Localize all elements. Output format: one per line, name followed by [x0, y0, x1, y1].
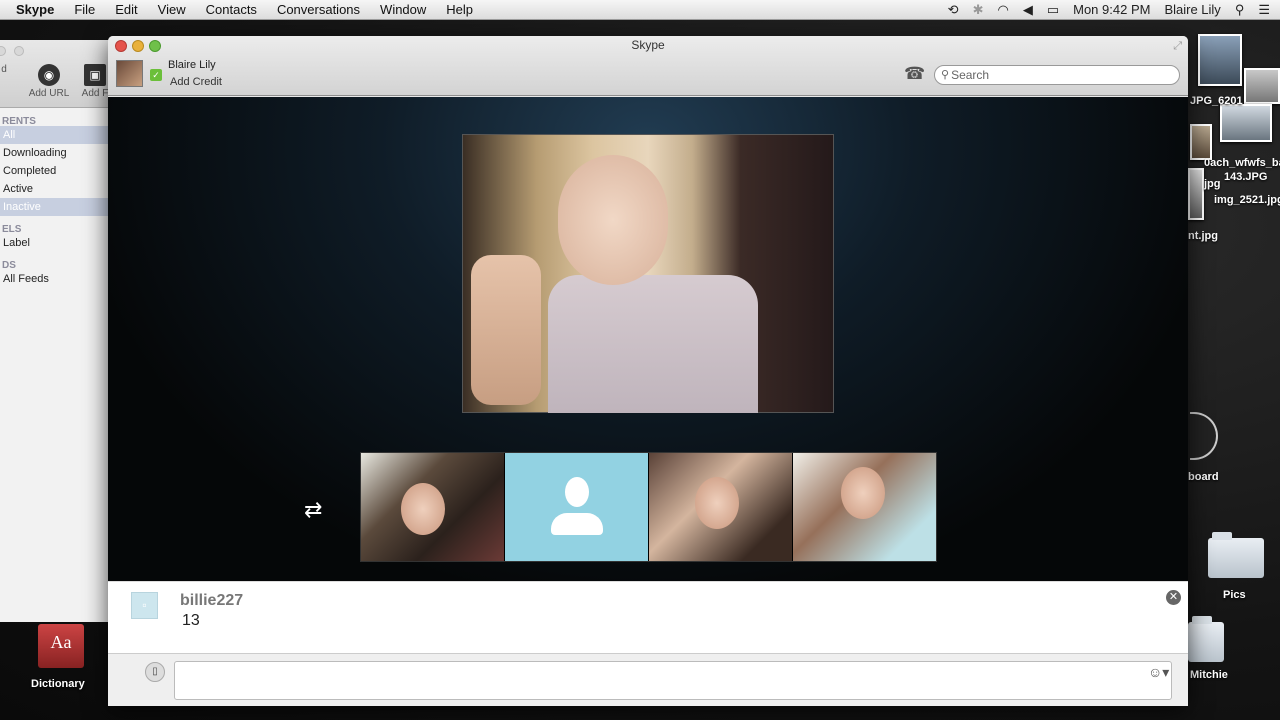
menu-window[interactable]: Window [380, 2, 426, 17]
folder-icon[interactable] [1208, 532, 1264, 578]
add-url-label: Add URL [28, 88, 70, 99]
desktop-folder-label[interactable]: Pics [1223, 589, 1246, 601]
swap-video-icon[interactable]: ⇄ [304, 497, 322, 523]
desktop-photo-thumbnail[interactable] [1244, 68, 1280, 104]
menu-extras: ⟲ ✱ ◠ ◀ ▭ Mon 9:42 PM Blaire Lily ⚲ ☰ [948, 0, 1270, 20]
menu-view[interactable]: View [158, 2, 186, 17]
spotlight-icon[interactable]: ⚲ [1235, 0, 1245, 20]
search-icon: ⚲ [941, 69, 950, 81]
video-participant-hand [471, 255, 541, 405]
menu-edit[interactable]: Edit [115, 2, 137, 17]
menu-app-name[interactable]: Skype [16, 2, 54, 17]
section-header-feeds: DS [2, 260, 16, 271]
sidebar-item-downloading[interactable]: Downloading [0, 144, 111, 162]
avatar[interactable] [116, 60, 143, 87]
message-input[interactable] [174, 661, 1172, 700]
close-icon[interactable]: ✕ [1166, 590, 1181, 605]
message-sender[interactable]: billie227 [180, 592, 243, 610]
sidebar-item-inactive[interactable]: Inactive [0, 198, 111, 216]
sidebar-item-completed[interactable]: Completed [0, 162, 111, 180]
mobile-icon[interactable]: ▯ [145, 662, 165, 682]
participant-thumbnails [360, 452, 937, 562]
search-input[interactable]: ⚲ Search [934, 65, 1180, 85]
main-video-feed[interactable] [462, 134, 834, 413]
file-icon: ▣ [84, 64, 106, 86]
sidebar-item-all-feeds[interactable]: All Feeds [0, 270, 111, 288]
add-credit-link[interactable]: Add Credit [170, 76, 222, 88]
desktop-photo-thumbnail[interactable] [1188, 168, 1204, 220]
video-call-area[interactable]: ⇄ [108, 97, 1188, 581]
menu-file[interactable]: File [74, 2, 95, 17]
online-status-icon[interactable]: ✓ [150, 69, 162, 81]
participant-video[interactable] [793, 453, 936, 561]
chat-message-area: ▫ billie227 13 ✕ [108, 581, 1188, 653]
toolbar-button[interactable]: d [0, 64, 12, 75]
desktop-file-label[interactable]: img_2521.jpg [1214, 194, 1280, 206]
dictionary-glyph: Aa [50, 632, 72, 652]
participant-face [401, 483, 445, 535]
clock[interactable]: Mon 9:42 PM [1073, 0, 1150, 20]
emoticon-icon[interactable]: ☺▾ [1148, 664, 1169, 681]
section-header-torrents: RENTS [2, 116, 36, 127]
window-button[interactable] [14, 46, 24, 56]
add-file-label: Add F [81, 88, 109, 99]
window-button[interactable] [0, 46, 6, 56]
notification-list-icon[interactable]: ☰ [1258, 0, 1270, 20]
menu-conversations[interactable]: Conversations [277, 2, 360, 17]
desktop-file-label[interactable]: 143.JPG [1224, 171, 1267, 183]
participant-face [841, 467, 885, 519]
participant-video[interactable] [505, 453, 648, 561]
sidebar-item-label[interactable]: Label [0, 234, 111, 252]
participant-face [695, 477, 739, 529]
desktop-photo-thumbnail[interactable] [1190, 124, 1212, 160]
sidebar-item-all[interactable]: All [0, 126, 111, 144]
dictionary-app-icon[interactable]: Aa [38, 624, 84, 668]
background-app-window[interactable]: d ◉ Add URL ▣ Add F RENTS All Downloading … [0, 40, 112, 622]
fullscreen-icon[interactable]: ⤢ [1173, 40, 1182, 53]
desktop-folder-label[interactable]: Mitchie [1190, 669, 1228, 681]
menu-bar: Skype File Edit View Contacts Conversati… [0, 0, 1280, 20]
desktop-photo-thumbnail[interactable] [1220, 104, 1272, 142]
skype-window[interactable]: Skype ⤢ ✓ Blaire Lily Add Credit ☎ ⚲ Sea… [108, 36, 1188, 706]
menu-help[interactable]: Help [446, 2, 473, 17]
desktop-file-label[interactable]: board [1188, 471, 1219, 483]
folder-icon[interactable] [1188, 616, 1224, 662]
battery-icon[interactable]: ▭ [1047, 0, 1059, 20]
section-header-labels: ELS [2, 224, 22, 235]
desktop-photo-thumbnail[interactable] [1198, 34, 1242, 86]
sidebar-item-active[interactable]: Active [0, 180, 111, 198]
compose-bar: ▯ ☺▾ [108, 653, 1188, 706]
participant-video[interactable] [361, 453, 504, 561]
search-placeholder: Search [951, 68, 990, 82]
wifi-icon[interactable]: ◠ [997, 0, 1008, 20]
time-machine-icon[interactable]: ⟲ [948, 0, 959, 20]
video-participant-face [558, 155, 668, 285]
default-avatar-icon [549, 477, 605, 537]
toolbar-button-label: d [1, 64, 7, 75]
menu-user-name[interactable]: Blaire Lily [1164, 0, 1220, 20]
desktop-file-label[interactable]: nt.jpg [1188, 230, 1218, 242]
profile-name[interactable]: Blaire Lily [168, 59, 216, 71]
add-file-button[interactable]: ▣ Add F [78, 64, 112, 99]
desktop-file-label[interactable]: jpg [1204, 178, 1221, 190]
participant-video[interactable] [649, 453, 792, 561]
desktop-file-label[interactable]: 0ach_wfwfs_ba [1204, 157, 1280, 169]
desktop-app-label[interactable]: Dictionary [31, 678, 85, 690]
bluetooth-icon[interactable]: ✱ [973, 0, 984, 20]
volume-icon[interactable]: ◀ [1023, 0, 1033, 20]
dial-pad-icon[interactable]: ☎ [904, 64, 925, 84]
add-url-button[interactable]: ◉ Add URL [26, 64, 72, 99]
globe-icon: ◉ [38, 64, 60, 86]
background-app-toolbar: d ◉ Add URL ▣ Add F [0, 40, 111, 108]
menu-contacts[interactable]: Contacts [206, 2, 257, 17]
skype-titlebar: Skype ⤢ ✓ Blaire Lily Add Credit ☎ ⚲ Sea… [108, 36, 1188, 96]
window-title: Skype [631, 38, 665, 52]
sender-avatar[interactable]: ▫ [131, 592, 158, 619]
desktop-file-label[interactable]: JPG_6201 [1190, 95, 1243, 107]
message-text: 13 [182, 612, 200, 629]
video-participant [548, 275, 758, 413]
